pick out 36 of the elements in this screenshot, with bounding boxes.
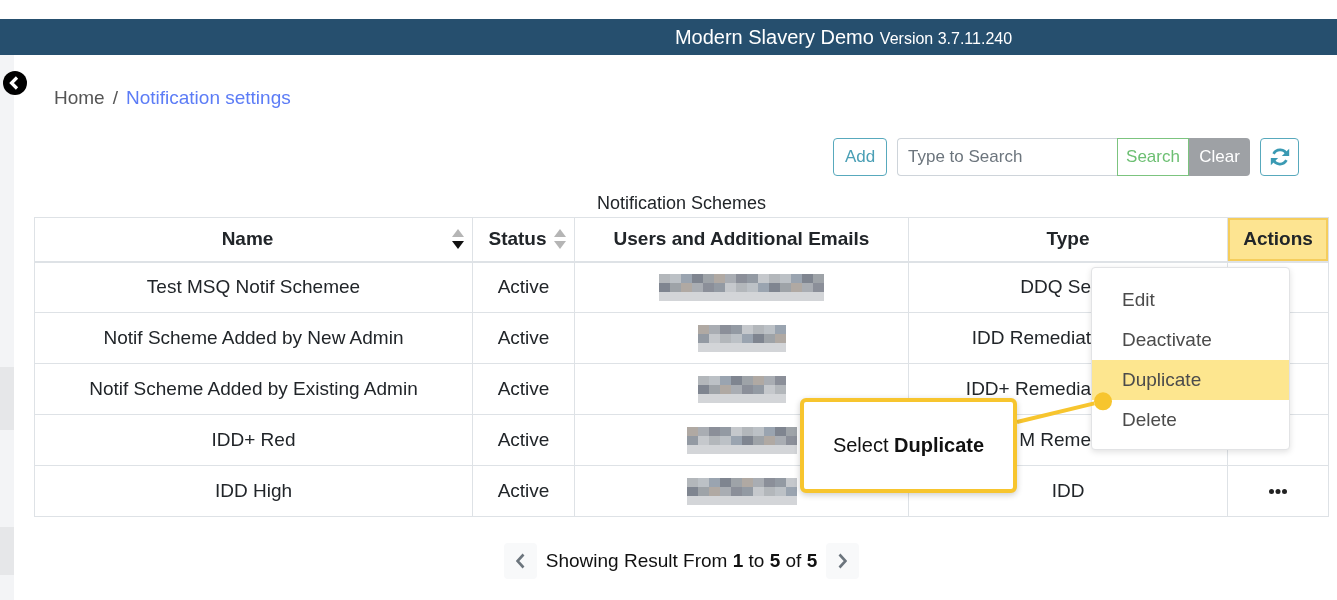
previous-page-button[interactable] <box>503 543 537 579</box>
refresh-icon <box>1268 146 1291 168</box>
table-cell: Active <box>472 312 575 364</box>
table-cell: Active <box>472 261 575 313</box>
search-field[interactable]: Type to Search <box>897 138 1117 176</box>
sidebar-segment <box>0 527 14 575</box>
table-cell: Active <box>472 465 575 517</box>
table-cell: Active <box>472 363 575 415</box>
table-cell: Notif Scheme Added by Existing Admin <box>34 363 473 415</box>
table-cell: IDD+ Red <box>34 414 473 466</box>
version-label: Version 3.7.11.240 <box>879 29 1013 49</box>
table-cell: Test MSQ Notif Schemee <box>34 261 473 313</box>
back-icon[interactable] <box>3 71 27 95</box>
breadcrumb-link[interactable]: Notification settings <box>125 86 291 110</box>
column-header: Users and Additional Emails <box>574 217 909 262</box>
pointer-dot-icon <box>1094 392 1112 411</box>
table-cell: Active <box>472 414 575 466</box>
chevron-right-icon <box>838 553 848 569</box>
chevron-left-icon <box>515 553 525 569</box>
menu-item[interactable]: Duplicate <box>1092 360 1289 400</box>
refresh-button[interactable] <box>1260 138 1299 176</box>
breadcrumb-link[interactable]: Home <box>54 86 105 110</box>
breadcrumb-separator: / <box>112 86 118 110</box>
table-cell: IDD High <box>34 465 473 517</box>
callout: Select Duplicate <box>800 398 1017 493</box>
pagination-summary: Showing Result From 1 to 5 of 5 <box>545 550 818 572</box>
app-title: Modern Slavery Demo <box>674 25 874 50</box>
sidebar-segment <box>0 367 14 430</box>
more-icon[interactable] <box>1269 488 1287 494</box>
next-page-button[interactable] <box>826 543 860 579</box>
column-header: Type <box>908 217 1228 262</box>
table-caption: Notification Schemes <box>595 192 768 215</box>
table-cell: Notif Scheme Added by New Admin <box>34 312 473 364</box>
column-header[interactable]: Name <box>34 217 473 262</box>
column-header: Actions <box>1227 217 1329 262</box>
column-header[interactable]: Status <box>472 217 575 262</box>
